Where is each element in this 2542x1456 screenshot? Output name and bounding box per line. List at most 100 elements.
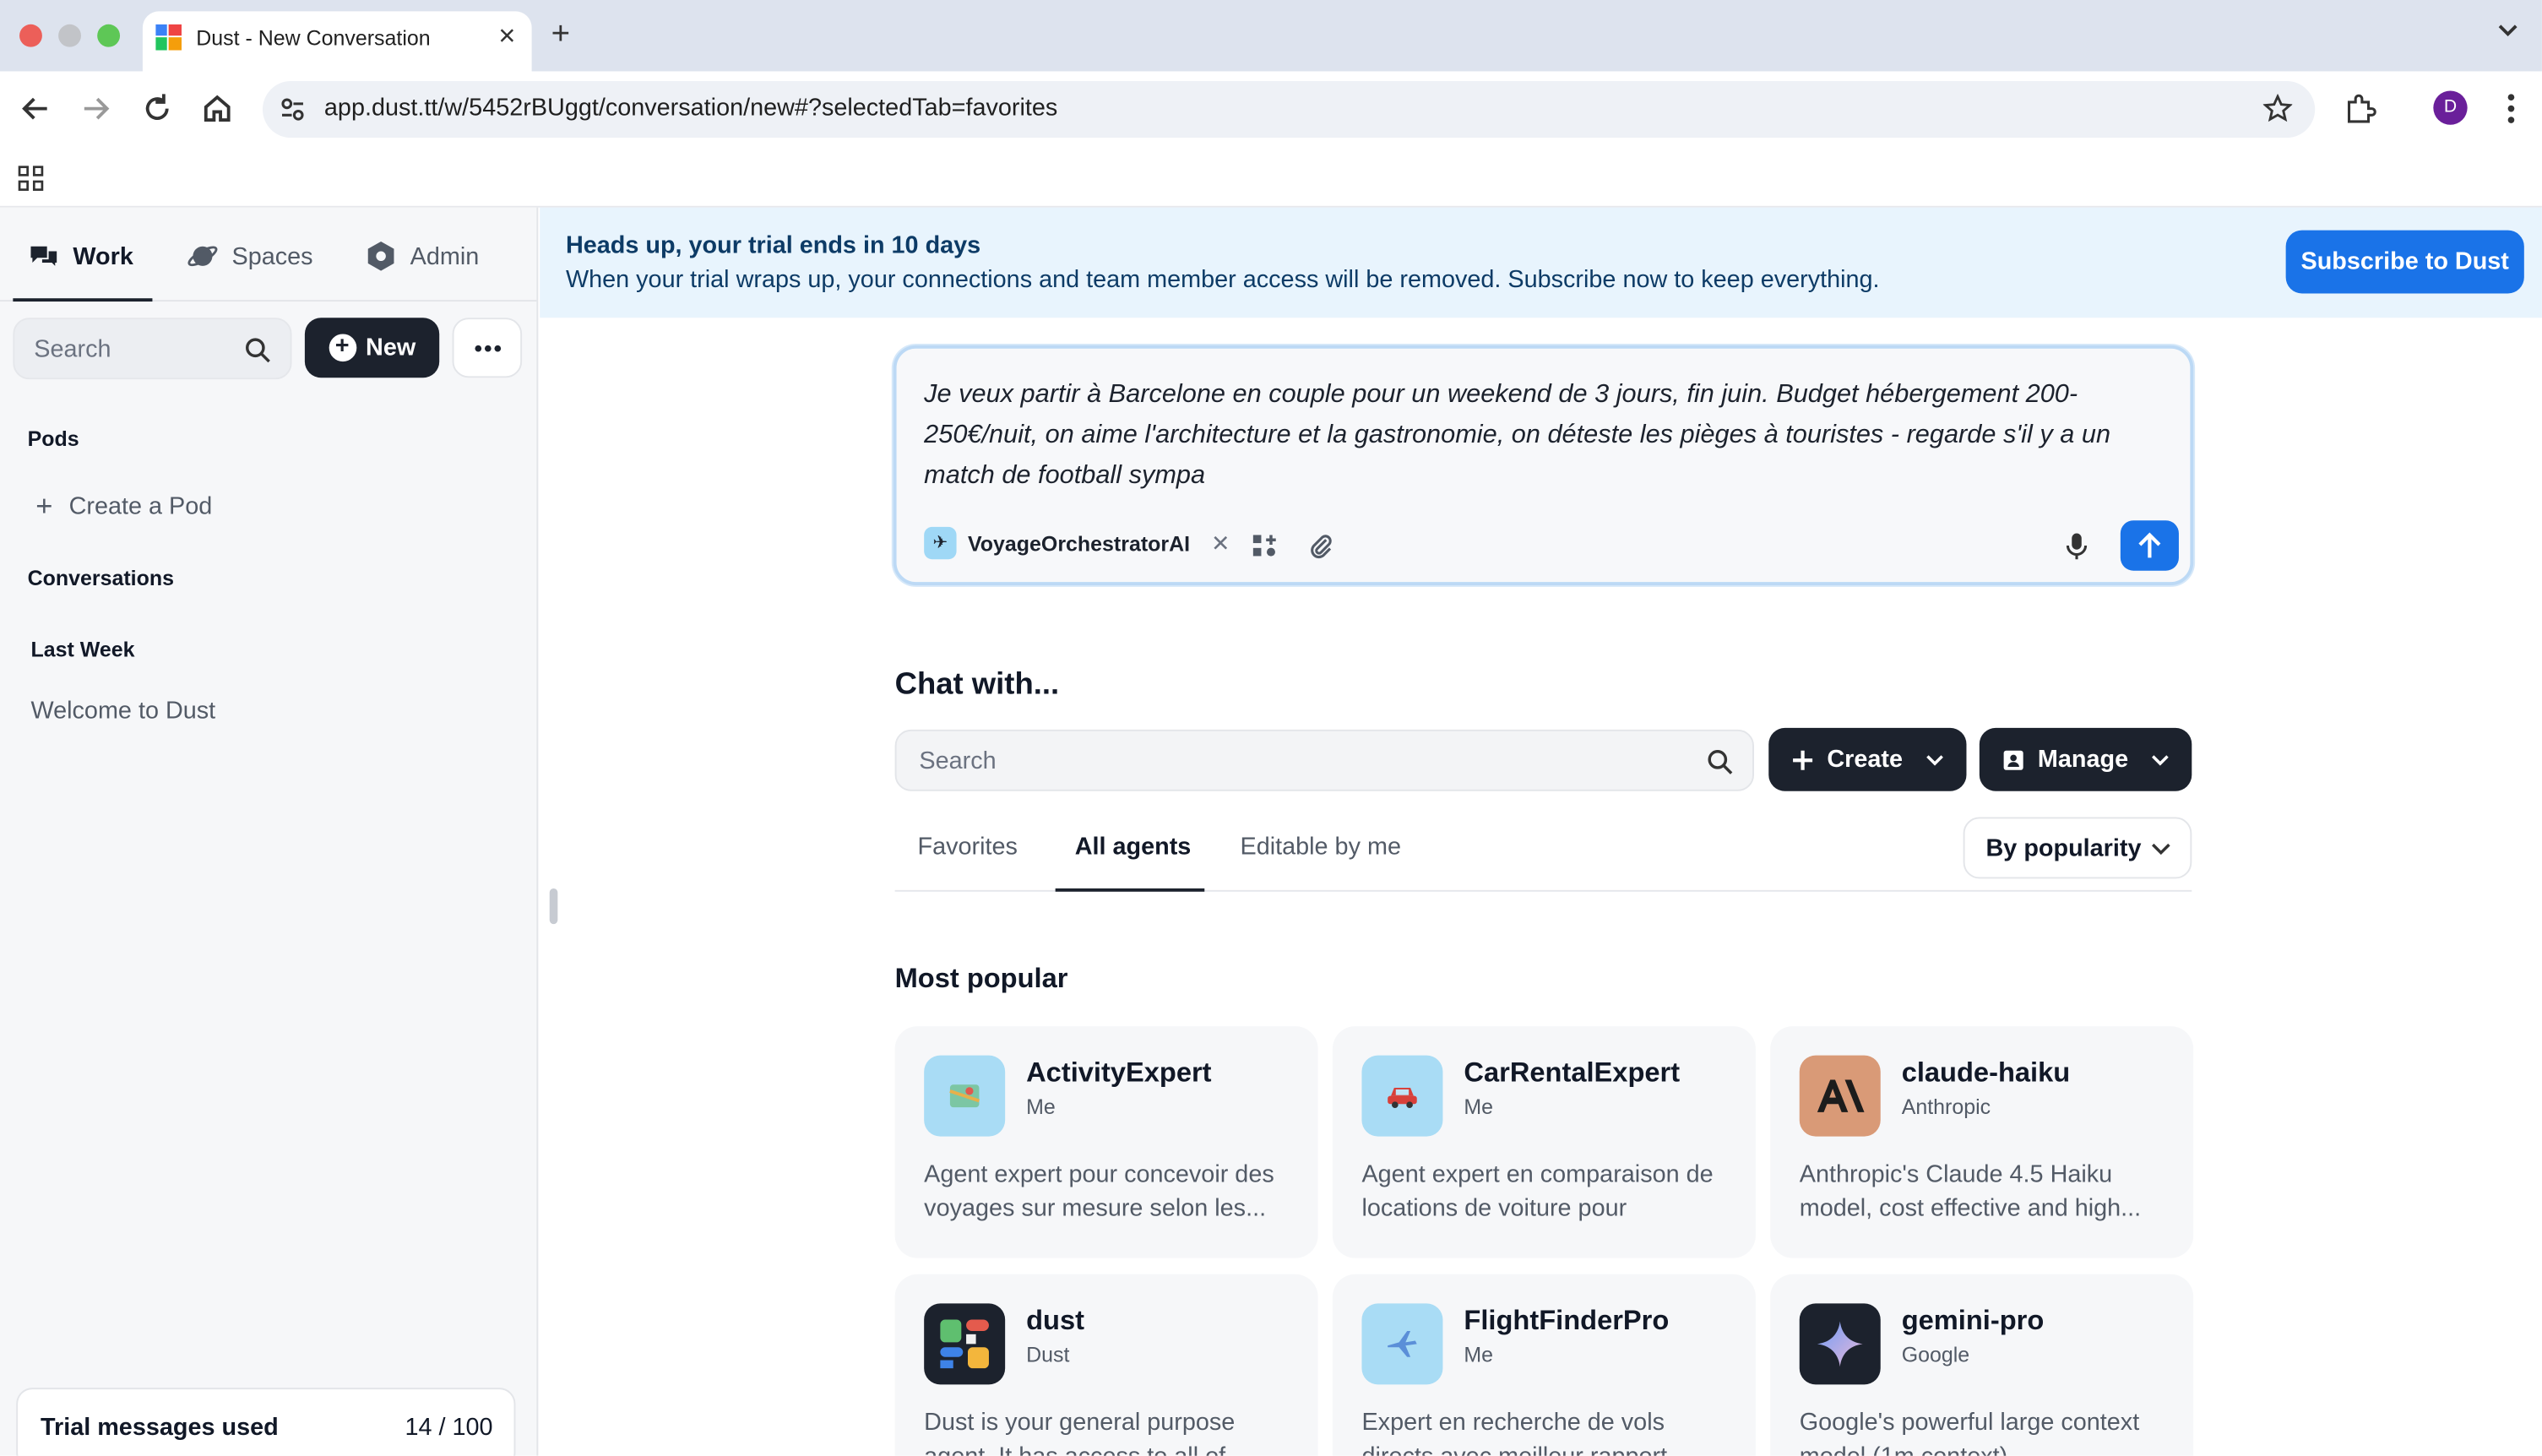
create-pod-label: Create a Pod — [68, 492, 213, 521]
extensions-puzzle-icon[interactable] — [2344, 92, 2376, 124]
attachment-paperclip-icon[interactable] — [1308, 534, 1334, 560]
selected-agent-name: VoyageOrchestratorAI — [968, 530, 1191, 556]
settings-hexagon-icon — [367, 242, 394, 271]
agent-card[interactable]: CarRentalExpert Me Agent expert en compa… — [1332, 1026, 1756, 1258]
selected-agent-chip[interactable]: ✈ VoyageOrchestratorAI ✕ — [924, 526, 1230, 560]
create-pod-button[interactable]: + Create a Pod — [35, 490, 212, 524]
agent-name: claude-haiku — [1901, 1057, 2071, 1089]
message-composer[interactable]: Je veux partir à Barcelone en couple pou… — [893, 345, 2194, 585]
airplane-icon: ✈ — [924, 526, 957, 560]
new-button-label: New — [366, 334, 416, 362]
create-button-label: Create — [1827, 746, 1904, 774]
home-icon[interactable] — [199, 90, 235, 126]
manage-agents-button[interactable]: Manage — [1979, 727, 2192, 791]
subscribe-button[interactable]: Subscribe to Dust — [2285, 230, 2524, 294]
agent-name: dust — [1026, 1305, 1085, 1336]
agent-description: Agent expert en comparaison de locations… — [1361, 1160, 1714, 1223]
minimize-window-button[interactable] — [58, 24, 81, 47]
agent-card[interactable]: dust Dust Dust is your general purpose a… — [894, 1274, 1318, 1456]
bookmarks-bar — [0, 145, 2542, 208]
agent-owner: Dust — [1026, 1342, 1070, 1367]
trial-count: 14 / 100 — [405, 1413, 493, 1442]
agent-card[interactable]: FlightFinderPro Me Expert en recherche d… — [1332, 1274, 1756, 1456]
browser-toolbar: app.dust.tt/w/5452rBUggt/conversation/ne… — [0, 71, 2542, 146]
agent-name: CarRentalExpert — [1464, 1057, 1681, 1089]
agent-description: Dust is your general purpose agent. It h… — [924, 1409, 1236, 1456]
active-tab-indicator — [13, 298, 153, 302]
dust-logo-icon — [924, 1303, 1006, 1385]
microphone-icon[interactable] — [2064, 532, 2090, 562]
conversation-item[interactable]: Welcome to Dust — [30, 697, 215, 725]
sidebar: Work Spaces Admin Search + New Pods + Cr… — [0, 207, 539, 1456]
address-bar[interactable]: app.dust.tt/w/5452rBUggt/conversation/ne… — [262, 80, 2316, 139]
profile-avatar[interactable]: D — [2433, 90, 2468, 125]
dust-favicon-icon — [155, 24, 182, 51]
agent-owner: Anthropic — [1901, 1094, 1991, 1119]
sidebar-search-input[interactable]: Search — [13, 318, 292, 380]
agent-name: gemini-pro — [1901, 1305, 2045, 1336]
pods-heading: Pods — [27, 426, 79, 451]
agent-card[interactable]: ActivityExpert Me Agent expert pour conc… — [894, 1026, 1318, 1258]
forward-arrow-icon[interactable] — [78, 90, 113, 126]
tab-search-chevron-icon[interactable] — [2496, 19, 2519, 42]
create-agent-button[interactable]: Create — [1768, 727, 1967, 791]
gemini-sparkle-icon — [1799, 1303, 1881, 1385]
anthropic-logo-icon — [1799, 1055, 1881, 1137]
tab-admin[interactable]: Admin — [365, 240, 479, 272]
maximize-window-button[interactable] — [97, 24, 121, 47]
bookmark-star-icon[interactable] — [2262, 94, 2293, 123]
agent-description: Agent expert pour concevoir des voyages … — [924, 1160, 1274, 1223]
agent-name: ActivityExpert — [1026, 1057, 1212, 1089]
agent-owner: Google — [1901, 1342, 1970, 1367]
map-icon — [924, 1055, 1006, 1137]
sort-label: By popularity — [1985, 834, 2142, 863]
message-input[interactable]: Je veux partir à Barcelone en couple pou… — [924, 374, 2165, 496]
tab-work[interactable]: Work — [28, 240, 133, 272]
most-popular-heading: Most popular — [894, 963, 1068, 994]
agent-description: Expert en recherche de vols directs avec… — [1361, 1409, 1667, 1456]
car-icon — [1361, 1055, 1443, 1137]
agent-search-input[interactable]: Search — [894, 729, 1755, 791]
chat-with-heading: Chat with... — [894, 667, 1060, 703]
filter-tab-favorites[interactable]: Favorites — [917, 834, 1017, 861]
tab-admin-label: Admin — [410, 242, 480, 270]
close-window-button[interactable] — [19, 24, 42, 47]
reload-icon[interactable] — [139, 90, 175, 126]
search-icon — [246, 338, 270, 363]
tab-spaces[interactable]: Spaces — [187, 240, 313, 272]
chat-bubbles-icon — [30, 246, 57, 266]
sidebar-search-placeholder: Search — [34, 335, 111, 363]
new-tab-button[interactable]: + — [551, 16, 570, 53]
airplane-icon — [1361, 1303, 1443, 1385]
filter-tab-all-agents[interactable]: All agents — [1075, 834, 1192, 861]
agent-name: FlightFinderPro — [1464, 1305, 1670, 1336]
add-tools-icon[interactable] — [1252, 534, 1278, 560]
more-options-button[interactable] — [452, 318, 523, 378]
sort-dropdown[interactable]: By popularity — [1963, 817, 2192, 879]
arrow-up-icon — [2138, 532, 2161, 558]
chevron-down-icon — [1926, 754, 1943, 765]
chevron-down-icon — [2151, 754, 2169, 765]
close-tab-icon[interactable]: × — [498, 19, 515, 53]
agent-card[interactable]: gemini-pro Google Google's powerful larg… — [1770, 1274, 2194, 1456]
filter-tab-editable-by-me[interactable]: Editable by me — [1240, 834, 1400, 861]
browser-tab-bar: Dust - New Conversation × + — [0, 0, 2542, 72]
send-button[interactable] — [2120, 520, 2179, 571]
site-settings-icon[interactable] — [279, 95, 307, 123]
back-arrow-icon[interactable] — [18, 90, 53, 126]
manage-button-label: Manage — [2037, 746, 2129, 774]
apps-grid-icon[interactable] — [18, 166, 44, 192]
agent-description: Anthropic's Claude 4.5 Haiku model, cost… — [1799, 1160, 2142, 1223]
tab-work-label: Work — [73, 242, 133, 270]
browser-menu-icon[interactable] — [2503, 90, 2519, 126]
trial-usage-panel: Trial messages used 14 / 100 — [16, 1388, 516, 1456]
remove-agent-icon[interactable]: ✕ — [1211, 530, 1230, 557]
sidebar-resize-handle[interactable] — [549, 888, 558, 925]
planet-icon — [187, 246, 218, 267]
trial-label: Trial messages used — [40, 1413, 279, 1442]
tab-spaces-label: Spaces — [231, 242, 313, 270]
agent-card[interactable]: claude-haiku Anthropic Anthropic's Claud… — [1770, 1026, 2194, 1258]
new-conversation-button[interactable]: + New — [304, 318, 440, 378]
chevron-down-icon — [2152, 843, 2170, 856]
browser-tab[interactable]: Dust - New Conversation × — [142, 11, 532, 72]
